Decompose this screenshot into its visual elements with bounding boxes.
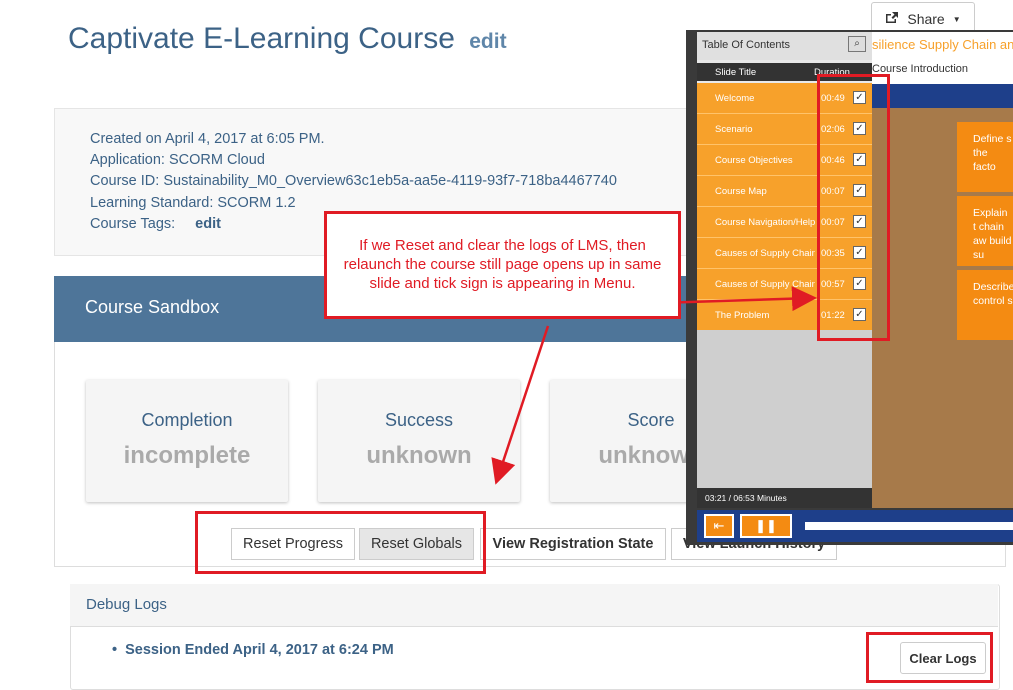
annotation-callout: If we Reset and clear the logs of LMS, t… <box>324 211 681 319</box>
callout-text: If we Reset and clear the logs of LMS, t… <box>343 237 662 292</box>
arrow-to-reset-buttons <box>491 325 550 485</box>
annotation-arrows <box>491 286 817 485</box>
